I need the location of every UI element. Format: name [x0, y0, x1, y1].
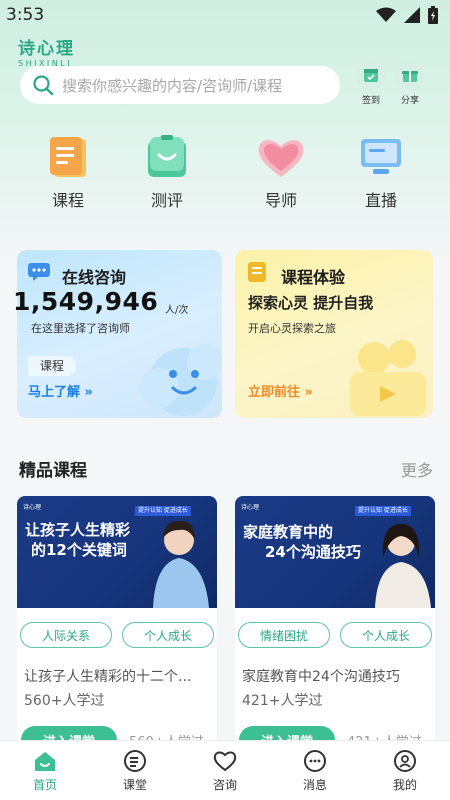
- chat-bubble-icon: [28, 263, 50, 281]
- search-input[interactable]: 搜索你感兴趣的内容/咨询师/课程: [20, 66, 340, 104]
- cover-title-line2: 的12个关键词: [31, 541, 127, 559]
- category-course-label: 课程: [51, 191, 84, 210]
- tab-home-label: 首页: [32, 777, 57, 792]
- bottom-tab-bar: 首页 课堂 咨询 消息 我的: [0, 740, 450, 800]
- tab-home[interactable]: 首页: [0, 741, 90, 800]
- course-tags: 人际关系 个人成长: [20, 622, 214, 648]
- course-tag[interactable]: 个人成长: [122, 622, 214, 648]
- cover-brand: 诗心理: [241, 504, 260, 511]
- heart-icon: [258, 140, 304, 177]
- category-mentor-label: 导师: [264, 191, 297, 210]
- course-cover: 诗心理 提升认知 促进成长 让孩子人生精彩 的12个关键词: [17, 496, 217, 608]
- course-name: 家庭教育中24个沟通技巧: [242, 669, 400, 685]
- category-course[interactable]: 课程: [33, 135, 103, 211]
- instructor-photo: [153, 520, 209, 608]
- course-experience-title: 课程体验: [281, 268, 346, 287]
- course-experience-subtitle: 探索心灵 提升自我: [248, 294, 374, 312]
- message-icon: [304, 749, 326, 772]
- checkin-button[interactable]: 签到: [355, 60, 387, 106]
- search-placeholder: 搜索你感兴趣的内容/咨询师/课程: [62, 76, 283, 95]
- cover-title-line1: 让孩子人生精彩: [25, 521, 131, 539]
- share-label: 分享: [400, 96, 419, 106]
- course-tag[interactable]: 个人成长: [340, 622, 432, 648]
- heart-outline-icon: [213, 751, 237, 771]
- tab-classroom[interactable]: 课堂: [90, 741, 180, 800]
- course-name: 让孩子人生精彩的十二个...: [24, 669, 192, 685]
- share-button[interactable]: 分享: [394, 60, 426, 106]
- category-live[interactable]: 直播: [346, 135, 416, 211]
- course-experience-desc: 开启心灵探索之旅: [248, 322, 336, 335]
- tab-messages[interactable]: 消息: [270, 741, 360, 800]
- tab-classroom-label: 课堂: [122, 777, 147, 792]
- category-grid: 课程 测评 导师 直播: [0, 135, 450, 215]
- course-learners: 421+人学过: [242, 693, 323, 709]
- video-camera-icon: [350, 340, 426, 416]
- category-mentor[interactable]: 导师: [246, 135, 316, 211]
- course-tag[interactable]: 人际关系: [20, 622, 112, 648]
- checkin-label: 签到: [361, 96, 380, 106]
- tab-consult-label: 咨询: [212, 777, 237, 792]
- featured-title: 精品课程: [19, 461, 87, 481]
- book-icon: [50, 137, 86, 177]
- logo-name: 诗心理: [18, 39, 75, 59]
- course-card[interactable]: 诗心理 提升认知 促进成长 让孩子人生精彩 的12个关键词 人际关系 个人成长 …: [17, 496, 217, 746]
- signal-icon: [404, 7, 420, 23]
- consult-desc: 在这里选择了咨询师: [31, 322, 130, 335]
- category-assessment-label: 测评: [150, 191, 183, 210]
- status-time: 3:53: [6, 5, 45, 25]
- category-assessment[interactable]: 测评: [132, 135, 202, 211]
- consult-title: 在线咨询: [62, 268, 127, 287]
- consult-link[interactable]: 马上了解 »: [28, 381, 93, 400]
- consult-unit: 人/次: [165, 305, 189, 316]
- tab-profile[interactable]: 我的: [360, 741, 450, 800]
- home-icon: [35, 751, 55, 771]
- document-icon: [248, 262, 266, 282]
- cover-title-line1: 家庭教育中的: [243, 523, 334, 541]
- status-icons: [376, 6, 438, 24]
- smile-clipboard-icon: [148, 135, 186, 177]
- tab-profile-label: 我的: [392, 777, 417, 792]
- cover-brand: 诗心理: [23, 504, 42, 511]
- category-live-label: 直播: [364, 191, 397, 210]
- profile-icon: [394, 749, 416, 772]
- status-bar: 3:53: [0, 0, 450, 30]
- course-tag[interactable]: 情绪困扰: [238, 622, 330, 648]
- app-logo: 诗心理 SHIXINLI: [18, 34, 75, 68]
- course-card[interactable]: 诗心理 提升认知 促进成长 家庭教育中的 24个沟通技巧 情绪困扰 个人成长 家…: [235, 496, 435, 746]
- course-learners: 560+人学过: [24, 693, 105, 709]
- consult-tag: 课程: [28, 356, 77, 376]
- course-tags: 情绪困扰 个人成长: [238, 622, 432, 648]
- search-icon: [33, 75, 54, 96]
- instructor-photo: [375, 524, 431, 608]
- featured-more-link[interactable]: 更多: [401, 457, 433, 481]
- battery-icon: [428, 6, 438, 24]
- classroom-icon: [124, 749, 146, 772]
- consult-count: 1,549,946: [13, 287, 159, 316]
- cloud-mascot-icon: [139, 344, 222, 416]
- wifi-icon: [376, 7, 396, 22]
- tab-consult[interactable]: 咨询: [180, 741, 270, 800]
- featured-section-header: 精品课程 更多: [19, 456, 433, 482]
- tab-messages-label: 消息: [302, 777, 327, 792]
- course-cover: 诗心理 提升认知 促进成长 家庭教育中的 24个沟通技巧: [235, 496, 435, 608]
- cover-title-line2: 24个沟通技巧: [265, 543, 361, 561]
- monitor-icon: [361, 139, 401, 174]
- gift-icon: [395, 60, 425, 90]
- course-experience-link[interactable]: 立即前往 »: [248, 381, 313, 400]
- calendar-check-icon: [356, 60, 386, 90]
